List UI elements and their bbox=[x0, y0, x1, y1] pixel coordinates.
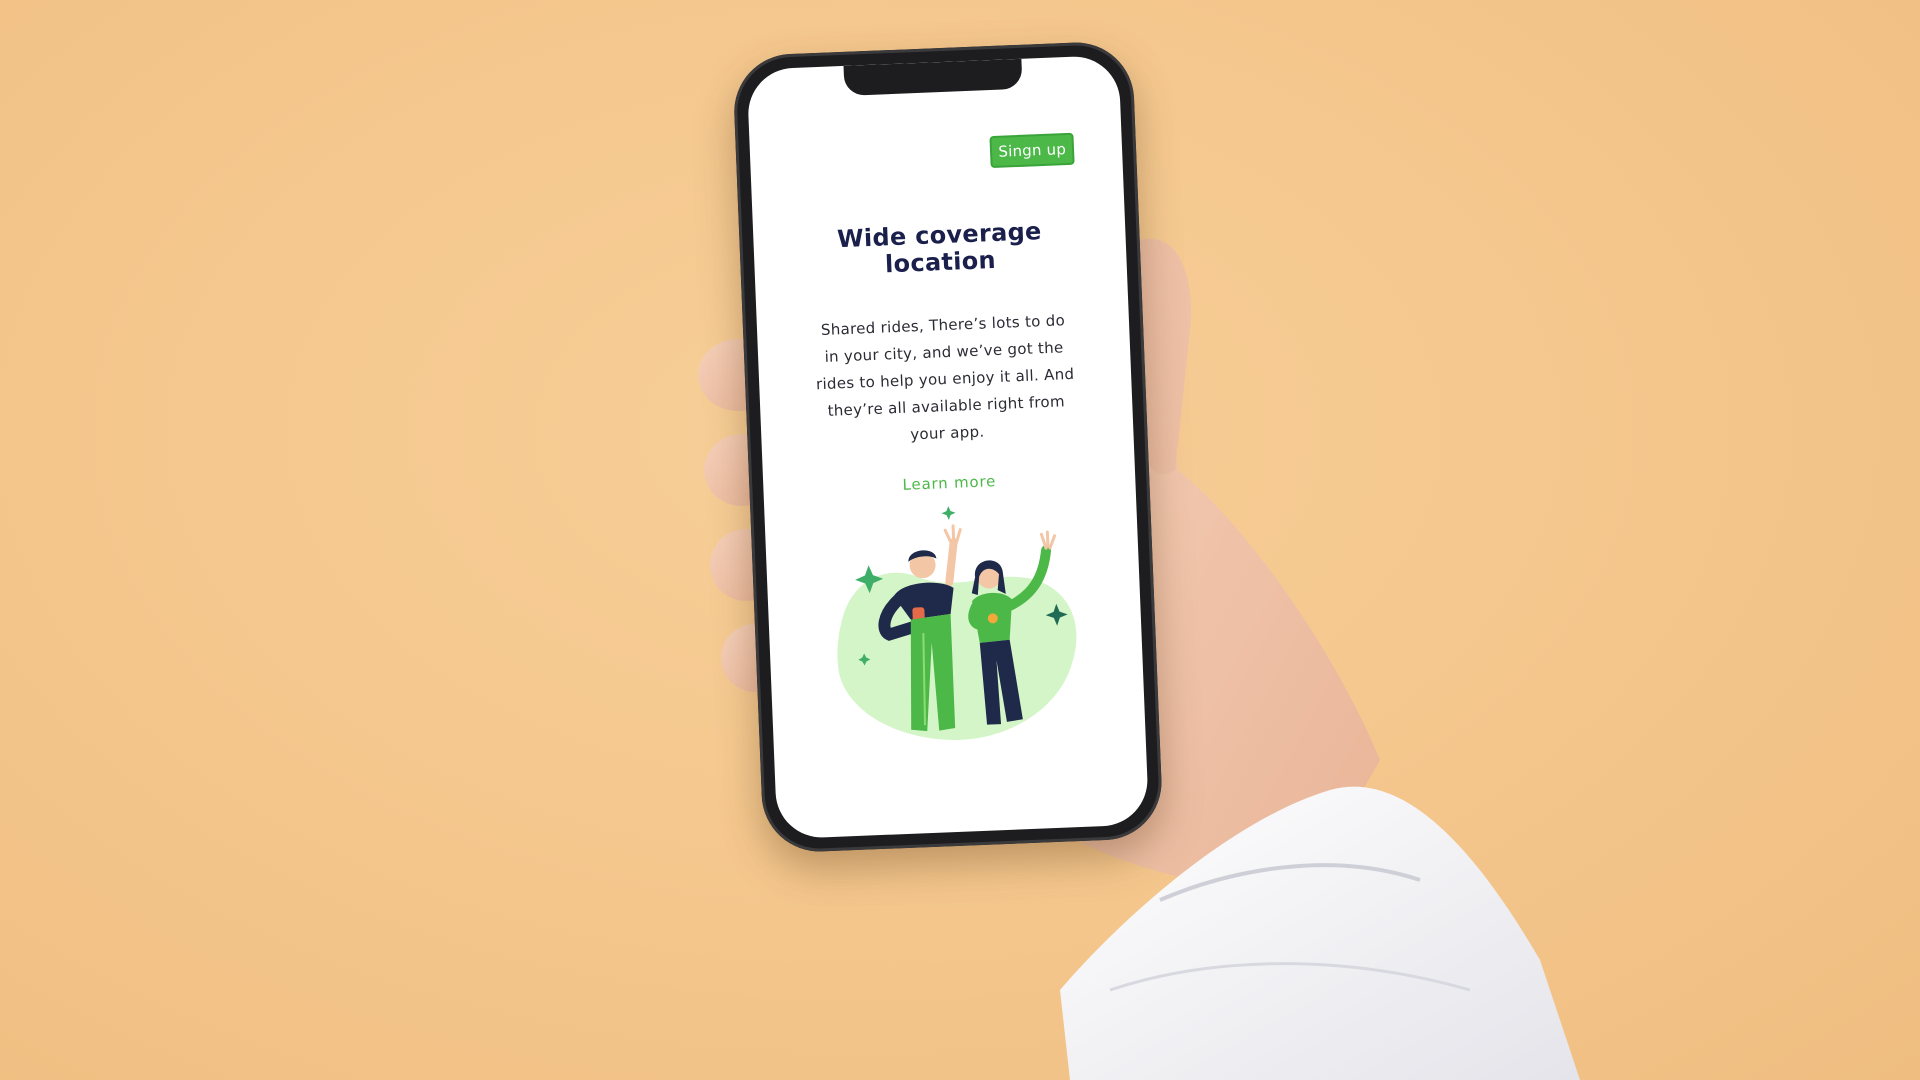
phone-device: Singn up Wide coverage location Shared r… bbox=[732, 40, 1164, 854]
phone-notch bbox=[843, 58, 1023, 96]
description-text: Shared rides, There’s lots to do in your… bbox=[815, 311, 1075, 444]
people-waving-illustration bbox=[837, 506, 1077, 740]
sparkle-icon bbox=[941, 506, 956, 521]
signup-button[interactable]: Singn up bbox=[989, 132, 1075, 169]
learn-more-link[interactable]: Learn more bbox=[763, 467, 1135, 500]
page-title: Wide coverage location bbox=[836, 217, 1043, 279]
green-blob bbox=[837, 572, 1077, 740]
phone-screen: Singn up Wide coverage location Shared r… bbox=[746, 54, 1150, 840]
